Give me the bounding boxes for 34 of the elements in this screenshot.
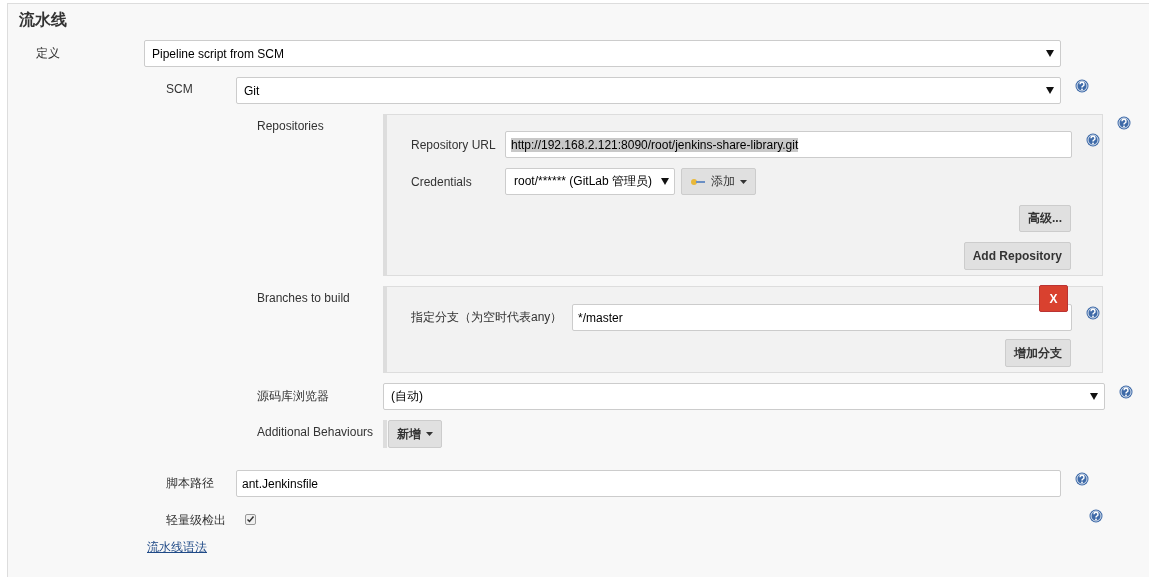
- dropdown[interactable]: Pipeline script from SCM: [144, 40, 1061, 67]
- checkbox[interactable]: [245, 513, 256, 525]
- field-label: 源码库浏览器: [257, 388, 330, 405]
- dropdown-arrow-icon: [1090, 393, 1098, 400]
- dropdown-arrow-icon: [1046, 87, 1054, 94]
- field-label: SCM: [166, 81, 194, 96]
- script-path-field[interactable]: ant.Jenkinsfile: [236, 470, 1061, 497]
- branch-field[interactable]: */master: [572, 304, 1072, 331]
- dropdown-arrow-icon: [1046, 50, 1054, 57]
- advanced-button[interactable]: 高级...: [1019, 205, 1071, 232]
- field-label: 定义: [36, 45, 61, 62]
- dropdown[interactable]: Git: [236, 77, 1061, 104]
- delete-button[interactable]: X: [1039, 285, 1068, 312]
- field-label: Credentials: [411, 174, 473, 189]
- url-field[interactable]: http://192.168.2.121:8090/root/jenkins-share-library.git: [505, 131, 1072, 158]
- field-label: 指定分支（为空时代表any）: [411, 309, 564, 326]
- section-title: 流水线: [18, 10, 68, 30]
- caret-icon: [740, 179, 747, 184]
- add-repository-button[interactable]: Add Repository: [963, 242, 1071, 270]
- field-label: 脚本路径: [166, 475, 215, 492]
- caret-icon: [426, 432, 433, 436]
- field-label: Additional Behaviours: [257, 424, 375, 439]
- field-label: Repository URL: [411, 137, 497, 152]
- dropdown[interactable]: (自动): [383, 383, 1105, 410]
- field-label: Branches to build: [257, 290, 351, 305]
- key-icon: [690, 177, 706, 186]
- field-label: Repositories: [257, 118, 325, 133]
- add-credentials-button[interactable]: 添加: [681, 168, 756, 195]
- add-behaviour-button[interactable]: 新增: [388, 420, 442, 448]
- dropdown-arrow-icon: [661, 178, 669, 185]
- credentials-dropdown[interactable]: root/****** (GitLab 管理员): [505, 168, 675, 195]
- field-label: 轻量级检出: [166, 512, 227, 529]
- syntax-link[interactable]: 流水线语法: [147, 540, 207, 554]
- add-branch-button[interactable]: 增加分支: [1005, 339, 1071, 367]
